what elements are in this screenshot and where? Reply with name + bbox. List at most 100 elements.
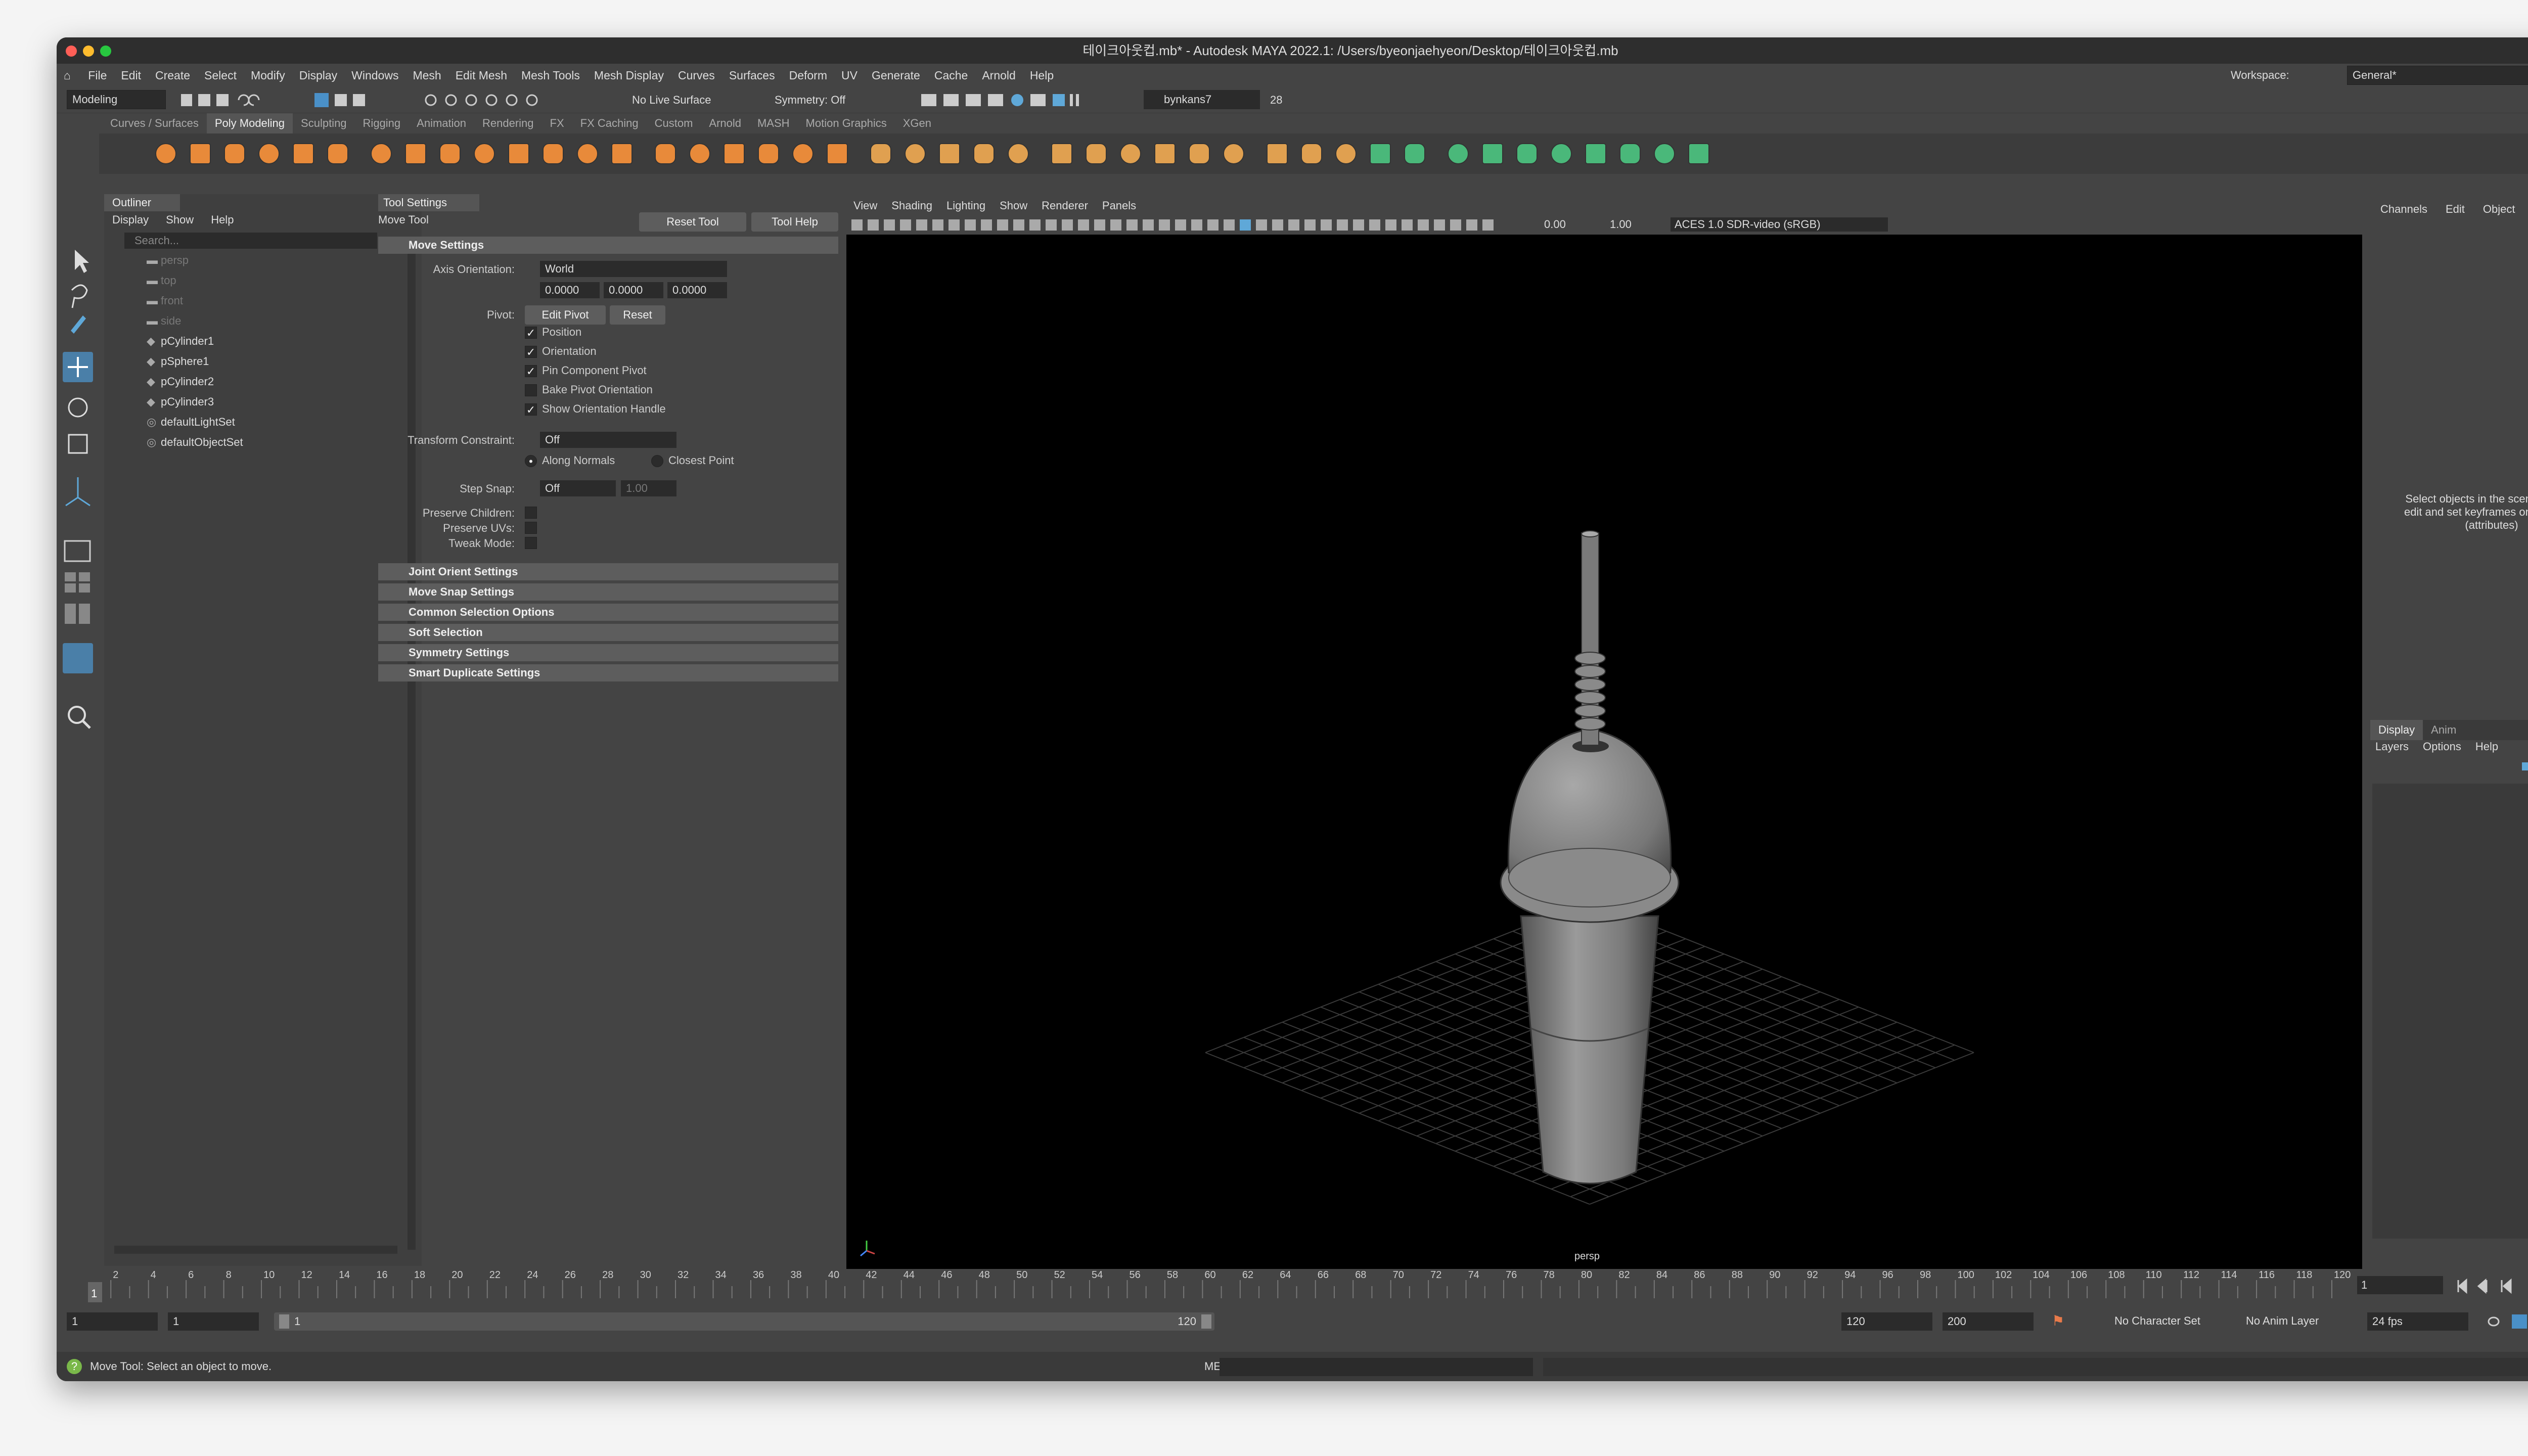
playback-controls[interactable] — [2453, 1277, 2528, 1295]
current-frame-field[interactable]: 1 — [2357, 1276, 2443, 1294]
menu-arnold[interactable]: Arnold — [975, 64, 1022, 87]
position-checkbox[interactable]: ✓ — [525, 327, 537, 339]
menu-mesh-tools[interactable]: Mesh Tools — [514, 64, 587, 87]
preserve-children-checkbox[interactable] — [525, 507, 537, 519]
menu-display[interactable]: Display — [292, 64, 344, 87]
menu-mesh-display[interactable]: Mesh Display — [587, 64, 671, 87]
section-soft-selection[interactable]: Soft Selection — [378, 624, 838, 641]
menu-generate[interactable]: Generate — [865, 64, 927, 87]
shelf-tab-arnold[interactable]: Arnold — [701, 113, 749, 133]
shelf-tab-sculpting[interactable]: Sculpting — [293, 113, 355, 133]
channel-menu-channels[interactable]: Channels — [2380, 199, 2427, 219]
viewport-toolbar-icons[interactable] — [851, 217, 1509, 233]
playback-start-field[interactable]: 1 — [168, 1312, 259, 1331]
outliner-item-front[interactable]: ▬ front — [147, 294, 183, 307]
outliner-item-defaultlightset[interactable]: ◎ defaultLightSet — [147, 416, 235, 429]
shelf-tab-motion-graphics[interactable]: Motion Graphics — [798, 113, 895, 133]
outliner-item-top[interactable]: ▬ top — [147, 274, 176, 287]
step-snap-field[interactable]: 1.00 — [621, 480, 676, 496]
layer-editor-icons[interactable] — [2517, 758, 2528, 777]
outliner-tab[interactable]: Outliner — [104, 194, 180, 211]
command-line-input[interactable] — [1220, 1358, 1533, 1376]
close-window-button[interactable] — [66, 46, 77, 57]
shelf-tab-poly-modeling[interactable]: Poly Modeling — [206, 113, 293, 133]
end-time-field[interactable]: 200 — [1943, 1312, 2034, 1331]
outliner-menu-show[interactable]: Show — [166, 213, 194, 226]
shelf-tab-rendering[interactable]: Rendering — [474, 113, 542, 133]
channel-menu-edit[interactable]: Edit — [2446, 199, 2465, 219]
time-slider[interactable]: 2 4 6 8 10 12 14 16 18 20 22 24 26 28 30 32 34 36 38 40 42 44… — [57, 1269, 2528, 1304]
symmetry-dropdown[interactable]: Symmetry: Off — [775, 87, 845, 113]
render-icons[interactable] — [916, 91, 1169, 109]
auto-key-icon[interactable]: ⚑ — [2052, 1312, 2064, 1329]
shelf-icons[interactable] — [99, 133, 1818, 174]
y-field[interactable]: 0.0000 — [604, 282, 663, 298]
transform-constraint-dropdown[interactable]: Off — [540, 432, 676, 448]
outliner-item-side[interactable]: ▬ side — [147, 314, 181, 328]
shelf-tab-xgen[interactable]: XGen — [895, 113, 939, 133]
outliner-menu-display[interactable]: Display — [112, 213, 149, 226]
layer-tab-display[interactable]: Display — [2370, 720, 2423, 740]
fps-dropdown[interactable]: 24 fps — [2367, 1312, 2468, 1331]
menu-deform[interactable]: Deform — [782, 64, 834, 87]
preserve-uvs-checkbox[interactable] — [525, 522, 537, 534]
layer-menu-options[interactable]: Options — [2423, 740, 2461, 753]
shelf-tab-curves-surfaces[interactable]: Curves / Surfaces — [102, 113, 207, 133]
z-field[interactable]: 0.0000 — [667, 282, 727, 298]
closest-point-radio[interactable] — [651, 455, 663, 467]
reset-tool-button[interactable]: Reset Tool — [639, 212, 746, 232]
section-move-snap-settings[interactable]: Move Snap Settings — [378, 583, 838, 601]
tweak-mode-checkbox[interactable] — [525, 537, 537, 549]
pin-component-pivot-checkbox[interactable]: ✓ — [525, 365, 537, 378]
start-time-field[interactable]: 1 — [67, 1312, 158, 1331]
layer-tab-anim[interactable]: Anim — [2423, 720, 2464, 740]
menu-help[interactable]: Help — [1023, 64, 1061, 87]
outliner-item-pcylinder2[interactable]: ◆ pCylinder2 — [147, 375, 214, 388]
colorspace-dropdown[interactable]: ACES 1.0 SDR-video (sRGB) — [1671, 217, 1888, 232]
menu-windows[interactable]: Windows — [344, 64, 405, 87]
menu-cache[interactable]: Cache — [927, 64, 975, 87]
tool-help-button[interactable]: Tool Help — [751, 212, 838, 232]
orientation-checkbox[interactable]: ✓ — [525, 346, 537, 358]
menu-modify[interactable]: Modify — [244, 64, 292, 87]
section-symmetry-settings[interactable]: Symmetry Settings — [378, 644, 838, 661]
shelf-tab-animation[interactable]: Animation — [409, 113, 474, 133]
section-common-selection-options[interactable]: Common Selection Options — [378, 604, 838, 621]
step-snap-dropdown[interactable]: Off — [540, 480, 616, 496]
menu-curves[interactable]: Curves — [671, 64, 722, 87]
outliner-item-defaultobjectset[interactable]: ◎ defaultObjectSet — [147, 436, 243, 449]
section-smart-duplicate-settings[interactable]: Smart Duplicate Settings — [378, 664, 838, 681]
scene-3d-view[interactable] — [846, 235, 2362, 1271]
range-slider-bar[interactable]: 1 120 — [274, 1312, 1214, 1331]
layer-menu-help[interactable]: Help — [2475, 740, 2498, 753]
menuset-dropdown[interactable]: Modeling — [67, 90, 166, 109]
outliner-search[interactable]: Search... — [124, 233, 377, 249]
reset-pivot-button[interactable]: Reset — [610, 305, 665, 325]
anim-layer-dropdown[interactable]: No Anim Layer — [2246, 1304, 2319, 1338]
outliner-h-scrollbar[interactable] — [114, 1246, 397, 1254]
shelf-tab-fx-caching[interactable]: FX Caching — [572, 113, 647, 133]
live-surface-label[interactable]: No Live Surface — [632, 87, 711, 113]
workspace-dropdown[interactable]: General* — [2347, 66, 2528, 85]
outliner-item-pcylinder3[interactable]: ◆ pCylinder3 — [147, 395, 214, 408]
shelf-tab-mash[interactable]: MASH — [749, 113, 798, 133]
menu-mesh[interactable]: Mesh — [405, 64, 448, 87]
outliner-item-psphere1[interactable]: ◆ pSphere1 — [147, 355, 209, 368]
outliner-menu-help[interactable]: Help — [211, 213, 234, 226]
viewport-panel[interactable]: View Shading Lighting Show Renderer Panels 0.… — [846, 194, 2362, 1271]
playback-end-field[interactable]: 120 — [1841, 1312, 1932, 1331]
edit-pivot-button[interactable]: Edit Pivot — [525, 305, 606, 325]
show-orientation-handle-checkbox[interactable]: ✓ — [525, 403, 537, 416]
shelf-tab-fx[interactable]: FX — [542, 113, 572, 133]
layer-list[interactable] — [2372, 784, 2528, 1239]
exposure-field[interactable]: 0.00 — [1544, 217, 1585, 232]
home-icon[interactable]: ⌂ — [57, 64, 78, 87]
layer-menu-layers[interactable]: Layers — [2375, 740, 2409, 753]
section-move-settings[interactable]: Move Settings — [378, 237, 838, 254]
zoom-window-button[interactable] — [100, 46, 111, 57]
tool-settings-tab[interactable]: Tool Settings — [378, 194, 479, 211]
gamma-field[interactable]: 1.00 — [1610, 217, 1650, 232]
outliner-item-persp[interactable]: ▬ persp — [147, 254, 189, 267]
range-start-handle[interactable] — [279, 1314, 289, 1329]
range-end-handle[interactable] — [1201, 1314, 1211, 1329]
